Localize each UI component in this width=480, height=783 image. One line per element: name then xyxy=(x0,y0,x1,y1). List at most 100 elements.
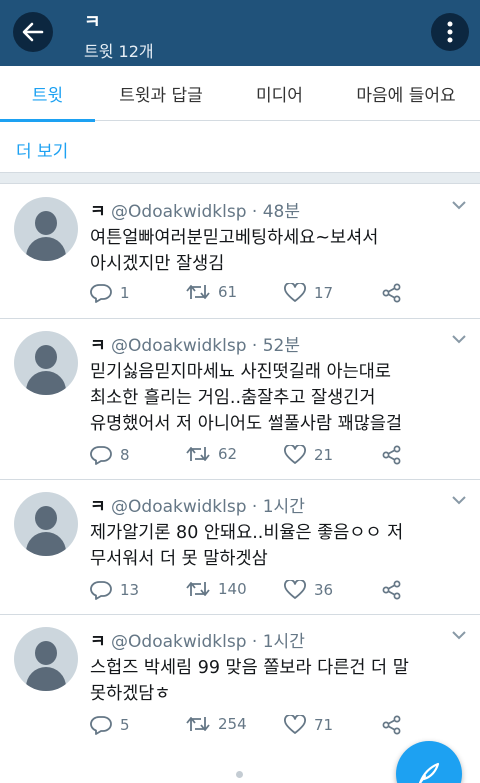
tweet-count: 트윗 12개 xyxy=(84,42,154,61)
avatar[interactable] xyxy=(14,492,78,556)
tweet-actions: 13 140 36 xyxy=(90,580,410,604)
separator-dot: · xyxy=(251,632,258,652)
avatar[interactable] xyxy=(14,627,78,691)
avatar[interactable] xyxy=(14,197,78,261)
tab-media[interactable]: 미디어 xyxy=(227,66,332,121)
retweet-button[interactable]: 62 xyxy=(186,445,237,463)
reply-button[interactable]: 1 xyxy=(90,283,130,303)
tweet-text-line: 무서워서 더 못 말하겟삼 xyxy=(90,549,268,569)
reply-icon xyxy=(90,446,112,465)
reply-count: 13 xyxy=(120,581,140,599)
retweet-count: 61 xyxy=(218,283,238,301)
retweet-button[interactable]: 254 xyxy=(186,715,247,733)
tweet-text: 제가알기론 80 안돼요..비율은 좋음ㅇㅇ 저 무서워서 더 못 말하겟삼 xyxy=(90,520,466,572)
share-icon xyxy=(382,715,401,735)
more-options-button[interactable] xyxy=(431,13,469,51)
retweet-icon xyxy=(186,717,210,731)
share-button[interactable] xyxy=(382,580,402,600)
tweet-item[interactable]: ㅋ @Odoakwidklsp · 48분 여튼얼빠여러분믿고베팅하세요~보셔서… xyxy=(0,185,480,319)
separator-dot: · xyxy=(251,336,258,356)
retweet-count: 140 xyxy=(218,580,247,598)
share-icon xyxy=(382,580,401,600)
share-button[interactable] xyxy=(382,715,402,735)
retweet-count: 62 xyxy=(218,445,238,463)
tweet-meta: ㅋ @Odoakwidklsp · 48분 xyxy=(90,197,300,222)
tweet-text-line: 스헙즈 박세림 99 맞음 쫄보라 다른건 더 말 xyxy=(90,658,409,678)
retweet-icon xyxy=(186,447,210,461)
arrow-left-icon xyxy=(22,22,44,42)
author-name: ㅋ xyxy=(90,497,106,517)
tweet-actions: 8 62 21 xyxy=(90,445,410,469)
compose-feather-icon xyxy=(418,762,440,783)
reply-button[interactable]: 5 xyxy=(90,715,130,735)
chevron-down-icon[interactable] xyxy=(452,335,466,344)
tweet-text: 믿기싫음믿지마세뇨 사진떳길래 아는대로 최소한 흘리는 거임..춤잘추고 잘생… xyxy=(90,359,466,437)
tweet-text-line: 여튼얼빠여러분믿고베팅하세요~보셔서 xyxy=(90,228,379,248)
tweet-actions: 5 254 71 xyxy=(90,715,410,739)
share-icon xyxy=(382,445,401,465)
tab-tweets-and-replies[interactable]: 트윗과 답글 xyxy=(95,66,227,121)
tweet-text-line: 유명했어서 저 아니어도 썰풀사람 꽤많을걸 xyxy=(90,414,403,434)
tweet-item[interactable]: ㅋ @Odoakwidklsp · 52분 믿기싫음믿지마세뇨 사진떳길래 아는… xyxy=(0,319,480,480)
tweet-text: 여튼얼빠여러분믿고베팅하세요~보셔서 아시겠지만 잘생김 xyxy=(90,225,466,277)
chevron-down-icon[interactable] xyxy=(452,631,466,640)
retweet-count: 254 xyxy=(218,715,247,733)
tweet-time: 52분 xyxy=(262,336,301,356)
tweet-meta: ㅋ @Odoakwidklsp · 52분 xyxy=(90,331,300,356)
retweet-button[interactable]: 61 xyxy=(186,283,237,301)
section-divider xyxy=(0,172,480,184)
retweet-button[interactable]: 140 xyxy=(186,580,247,598)
author-handle: @Odoakwidklsp xyxy=(111,336,247,356)
chevron-down-icon[interactable] xyxy=(452,201,466,210)
vertical-dots-icon xyxy=(447,21,453,43)
author-handle: @Odoakwidklsp xyxy=(111,202,247,222)
like-button[interactable]: 71 xyxy=(284,715,333,735)
author-handle: @Odoakwidklsp xyxy=(111,632,247,652)
like-button[interactable]: 17 xyxy=(284,283,333,303)
author-name: ㅋ xyxy=(90,202,106,222)
see-more-link[interactable]: 더 보기 xyxy=(16,137,68,162)
reply-icon xyxy=(90,581,112,600)
like-button[interactable]: 21 xyxy=(284,445,333,465)
reply-count: 1 xyxy=(120,284,130,302)
back-button[interactable] xyxy=(13,12,53,52)
separator-dot: · xyxy=(251,202,258,222)
reply-button[interactable]: 13 xyxy=(90,580,139,600)
profile-title: ㅋ xyxy=(84,12,101,33)
tweet-text: 스헙즈 박세림 99 맞음 쫄보라 다른건 더 말 못하겠담ㅎ xyxy=(90,655,466,707)
chevron-down-icon[interactable] xyxy=(452,496,466,505)
share-icon xyxy=(382,283,401,303)
like-button[interactable]: 36 xyxy=(284,580,333,600)
tweet-text-line: 못하겠담ㅎ xyxy=(90,684,171,704)
reply-button[interactable]: 8 xyxy=(90,445,130,465)
tweet-actions: 1 61 17 xyxy=(90,283,410,307)
like-count: 17 xyxy=(314,284,334,302)
reply-count: 8 xyxy=(120,446,130,464)
tab-likes[interactable]: 마음에 들어요 xyxy=(332,66,480,121)
separator-dot: · xyxy=(251,497,258,517)
tweet-text-line: 최소한 흘리는 거임..춤잘추고 잘생긴거 xyxy=(90,388,376,408)
avatar[interactable] xyxy=(14,331,78,395)
heart-icon xyxy=(284,580,306,599)
heart-icon xyxy=(284,445,306,464)
tweet-text-line: 믿기싫음믿지마세뇨 사진떳길래 아는대로 xyxy=(90,362,391,382)
author-name: ㅋ xyxy=(90,632,106,652)
tweet-time: 1시간 xyxy=(262,632,305,652)
scroll-indicator xyxy=(236,771,243,778)
like-count: 21 xyxy=(314,446,334,464)
tab-tweets[interactable]: 트윗 xyxy=(0,66,95,122)
tweet-meta: ㅋ @Odoakwidklsp · 1시간 xyxy=(90,627,305,652)
tweet-time: 48분 xyxy=(262,202,301,222)
tweet-item[interactable]: ㅋ @Odoakwidklsp · 1시간 제가알기론 80 안돼요..비율은 … xyxy=(0,480,480,615)
like-count: 36 xyxy=(314,581,334,599)
profile-tabs: 트윗 트윗과 답글 미디어 마음에 들어요 xyxy=(0,66,480,122)
like-count: 71 xyxy=(314,716,334,734)
retweet-icon xyxy=(186,582,210,596)
heart-icon xyxy=(284,283,306,302)
share-button[interactable] xyxy=(382,283,402,303)
tweet-text-line: 아시겠지만 잘생김 xyxy=(90,254,225,274)
heart-icon xyxy=(284,715,306,734)
share-button[interactable] xyxy=(382,445,402,465)
author-name: ㅋ xyxy=(90,336,106,356)
author-handle: @Odoakwidklsp xyxy=(111,497,247,517)
